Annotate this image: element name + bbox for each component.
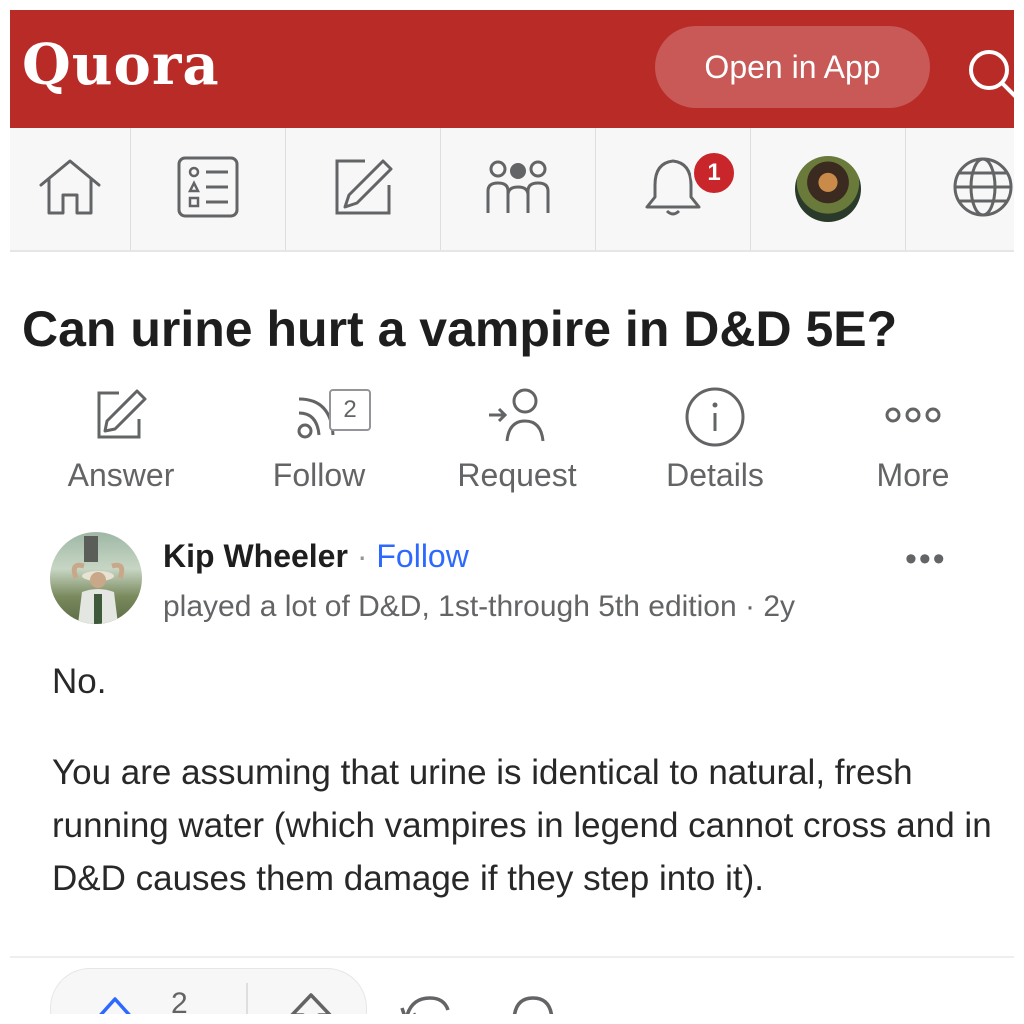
- request-person-icon: [427, 385, 607, 445]
- nav-answer[interactable]: [286, 128, 441, 250]
- edit-icon: [331, 155, 395, 224]
- notification-badge: 1: [691, 150, 737, 196]
- app-frame: Quora Open in App 1 Can urine hurt a vam…: [10, 10, 1014, 1014]
- separator: ·: [356, 538, 368, 574]
- more-button[interactable]: More: [823, 385, 1003, 494]
- divider: [10, 956, 1014, 958]
- top-bar: Quora Open in App: [10, 10, 1014, 128]
- rss-icon: [229, 385, 409, 445]
- answer-body: No. You are assuming that urine is ident…: [52, 655, 992, 943]
- nav-profile[interactable]: [751, 128, 906, 250]
- details-button[interactable]: Details: [625, 385, 805, 494]
- share-icon[interactable]: [398, 992, 454, 1014]
- follow-author-link[interactable]: Follow: [376, 538, 468, 574]
- edit-icon: [31, 385, 211, 445]
- nav-notifications[interactable]: 1: [596, 128, 751, 250]
- question-actions: Answer 2 Follow Request Details More: [10, 385, 1014, 505]
- people-icon: [484, 155, 552, 224]
- answer-paragraph: You are assuming that urine is identical…: [52, 753, 992, 898]
- globe-icon: [951, 155, 1014, 224]
- nav-spaces[interactable]: [441, 128, 596, 250]
- feed-list-icon: [176, 155, 240, 224]
- more-dots-icon: [823, 385, 1003, 445]
- more-label: More: [876, 457, 950, 493]
- upvote-icon[interactable]: [93, 993, 137, 1014]
- open-in-app-button[interactable]: Open in App: [655, 26, 930, 108]
- details-label: Details: [666, 457, 764, 493]
- upvote-count: 2: [171, 987, 188, 1014]
- search-icon[interactable]: [965, 46, 1014, 111]
- answer-more-button[interactable]: •••: [905, 540, 947, 579]
- author-credential: played a lot of D&D, 1st-through 5th edi…: [163, 590, 796, 623]
- answer-label: Answer: [67, 457, 175, 493]
- follow-question-button[interactable]: 2 Follow: [229, 385, 409, 494]
- comment-icon[interactable]: [508, 994, 558, 1014]
- avatar: [795, 156, 861, 222]
- nav-following[interactable]: [131, 128, 286, 250]
- follow-label: Follow: [272, 457, 366, 493]
- nav-bar: 1: [10, 128, 1014, 252]
- nav-home[interactable]: [10, 128, 131, 250]
- question-title[interactable]: Can urine hurt a vampire in D&D 5E?: [22, 300, 897, 358]
- home-icon: [35, 155, 105, 224]
- quora-logo[interactable]: Quora: [22, 32, 220, 98]
- vote-bar: 2: [50, 968, 367, 1014]
- info-icon: [625, 385, 805, 449]
- author-line: Kip Wheeler · Follow: [163, 538, 469, 575]
- author-name[interactable]: Kip Wheeler: [163, 538, 348, 574]
- nav-language[interactable]: [906, 128, 1014, 250]
- downvote-icon[interactable]: [286, 991, 336, 1014]
- request-button[interactable]: Request: [427, 385, 607, 494]
- answer-paragraph: No.: [52, 662, 107, 701]
- divider: [246, 983, 248, 1014]
- answer-button[interactable]: Answer: [31, 385, 211, 494]
- request-label: Request: [457, 457, 577, 493]
- author-avatar[interactable]: [50, 532, 142, 624]
- follow-count-badge: 2: [329, 389, 371, 431]
